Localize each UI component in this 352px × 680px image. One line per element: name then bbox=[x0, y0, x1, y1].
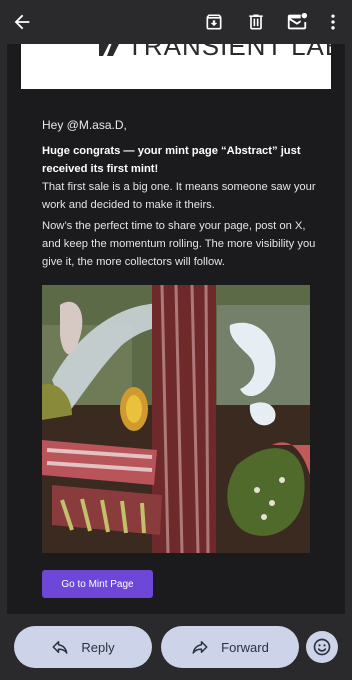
brand-logo-text: TRANSIENT LABS bbox=[127, 44, 331, 61]
go-to-mint-page-button[interactable]: Go to Mint Page bbox=[42, 570, 153, 598]
mail-unread-icon bbox=[287, 12, 308, 30]
brand-logo-icon bbox=[99, 44, 119, 56]
reply-icon bbox=[52, 641, 68, 654]
greeting: Hey @M.asa.D, bbox=[42, 118, 127, 132]
forward-button[interactable]: Forward bbox=[161, 626, 299, 668]
bottom-action-bar: Reply Forward bbox=[0, 614, 352, 680]
reply-label: Reply bbox=[81, 639, 115, 655]
abstract-painting bbox=[42, 285, 310, 553]
mark-unread-button[interactable] bbox=[281, 6, 313, 38]
more-options-button[interactable] bbox=[317, 6, 349, 38]
smiley-icon bbox=[313, 638, 331, 656]
forward-label: Forward bbox=[221, 639, 269, 655]
headline: Huge congrats — your mint page “Abstract… bbox=[42, 145, 301, 175]
artwork-image bbox=[42, 285, 310, 553]
delete-button[interactable] bbox=[240, 6, 272, 38]
brand-banner: TRANSIENT LABS bbox=[21, 44, 331, 89]
forward-icon bbox=[192, 641, 208, 654]
reply-button[interactable]: Reply bbox=[14, 626, 152, 668]
body-line-1: That first sale is a big one. It means s… bbox=[42, 181, 316, 211]
back-button[interactable] bbox=[6, 6, 38, 38]
arrow-left-icon bbox=[14, 14, 30, 30]
email-body: TRANSIENT LABS Hey @M.asa.D, Huge congra… bbox=[7, 44, 345, 614]
more-vertical-icon bbox=[331, 14, 335, 30]
headline-paragraph: Huge congrats — your mint page “Abstract… bbox=[42, 142, 317, 214]
trash-icon bbox=[249, 14, 263, 30]
body-line-2: Now’s the perfect time to share your pag… bbox=[42, 220, 316, 268]
emoji-reaction-button[interactable] bbox=[306, 631, 338, 663]
top-app-bar bbox=[0, 0, 352, 44]
archive-icon bbox=[206, 14, 222, 30]
archive-button[interactable] bbox=[198, 6, 230, 38]
